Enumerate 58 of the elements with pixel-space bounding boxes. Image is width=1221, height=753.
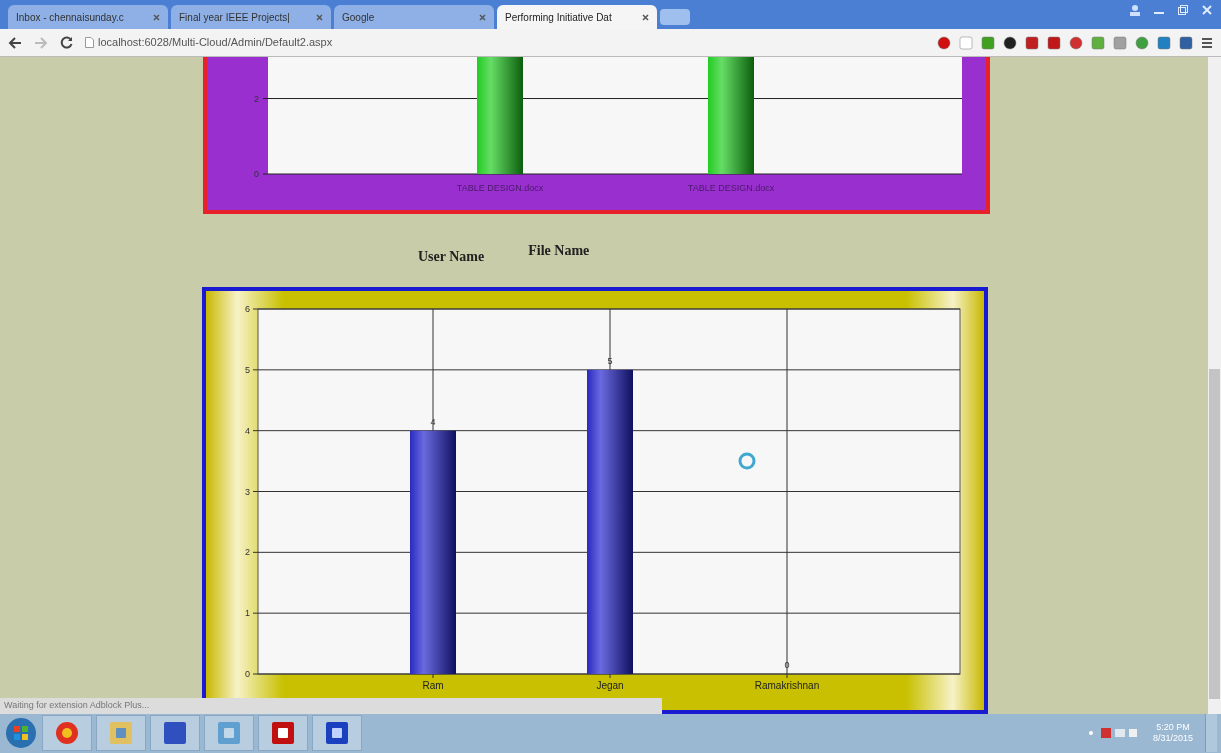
app-icon (217, 721, 241, 746)
app-icon (163, 721, 187, 746)
reload-icon[interactable] (60, 36, 73, 50)
axis-tick-label: 4 (245, 425, 250, 436)
clock-date: 8/31/2015 (1152, 733, 1193, 745)
axis-category-label: TABLE DESIGN.docx (456, 182, 544, 193)
scrollbar[interactable] (1208, 56, 1221, 714)
tab-title: Final year IEEE Projects| (179, 10, 291, 25)
data-label: 0 (784, 659, 790, 670)
column-heading: File Name (528, 241, 590, 260)
close-icon[interactable] (479, 13, 486, 21)
axis-tick-label: 2 (245, 547, 250, 558)
url-text: localhost:6028/Multi-Cloud/Admin/Default2.aspx (98, 35, 333, 51)
extension-icon[interactable] (1003, 35, 1017, 50)
app-icon (55, 721, 79, 746)
app-icon (271, 721, 295, 746)
axis-category-label: Ram (422, 679, 444, 691)
axis-tick-label: 0 (245, 668, 250, 679)
axis-category-label: Ramakrishnan (754, 679, 820, 691)
back-arrow-icon[interactable] (8, 36, 22, 49)
browser-tab[interactable]: Performing Initiative Dat (497, 5, 657, 30)
tab-title: Performing Initiative Dat (505, 10, 613, 25)
data-label: 5 (607, 355, 613, 366)
taskbar-app-button[interactable] (258, 715, 308, 752)
axis-tick-label: 6 (245, 303, 250, 314)
menu-icon[interactable] (1201, 36, 1213, 49)
scrollbar-thumb[interactable] (1209, 368, 1220, 699)
axis-tick-label: 5 (245, 364, 250, 375)
status-bubble: Waiting for extension Adblock Plus... (0, 697, 662, 714)
taskbar-app-button[interactable] (312, 715, 362, 752)
page-icon (85, 37, 94, 49)
browser-tab[interactable]: Google (334, 5, 494, 30)
axis-tick-label: 2 (254, 93, 259, 104)
column-heading: User Name (418, 247, 485, 266)
user-icon[interactable] (1129, 4, 1141, 16)
restore-icon[interactable] (1177, 4, 1189, 16)
browser-tab[interactable]: Inbox - chennaisunday.c (8, 5, 168, 30)
tab-title: Google (342, 10, 376, 25)
taskbar-app-button[interactable] (150, 715, 200, 752)
tab-title: Inbox - chennaisunday.c (16, 10, 125, 25)
new-tab-button[interactable] (660, 9, 690, 26)
browser-tab[interactable]: Final year IEEE Projects| (171, 5, 331, 30)
close-icon[interactable] (642, 13, 649, 21)
app-icon (325, 721, 349, 746)
close-icon[interactable] (153, 13, 160, 21)
taskbar-app-button[interactable] (42, 715, 92, 752)
axis-tick-label: 1 (245, 608, 250, 618)
start-button-icon[interactable] (4, 716, 38, 751)
address-field[interactable]: localhost:6028/Multi-Cloud/Admin/Default2.aspx (85, 31, 925, 54)
app-icon (109, 721, 133, 746)
axis-category-label: Jegan (596, 679, 624, 691)
close-icon[interactable] (316, 13, 323, 21)
axis-tick-label: 0 (254, 168, 259, 179)
loading-spinner-icon (738, 452, 756, 470)
axis-tick-label: 3 (245, 486, 250, 497)
data-label: 4 (430, 416, 436, 427)
axis-category-label: TABLE DESIGN.docx (687, 182, 775, 193)
clock-time: 5:20 PM (1156, 722, 1190, 734)
